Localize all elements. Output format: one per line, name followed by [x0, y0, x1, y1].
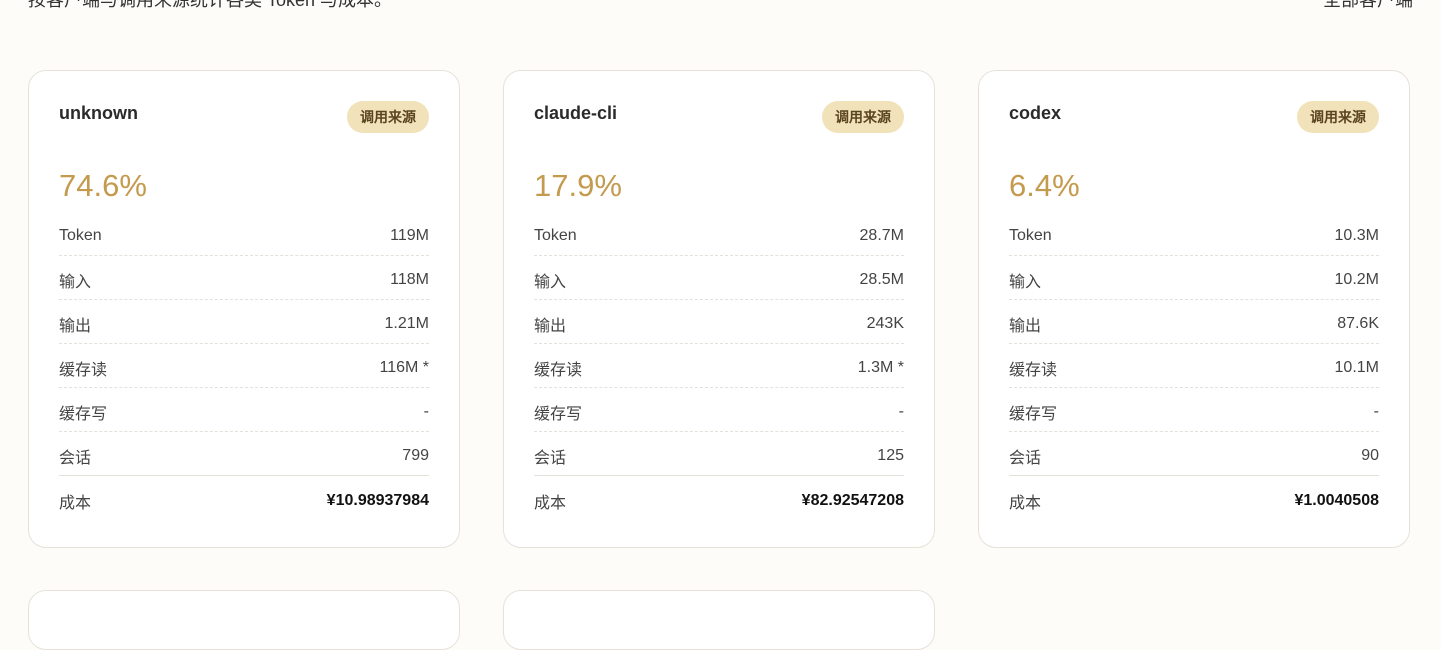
output-row: 输出 1.21M — [59, 300, 429, 344]
output-value: 87.6K — [1337, 314, 1379, 332]
sessions-label: 会话 — [534, 449, 567, 467]
source-card-partial — [503, 590, 935, 650]
cost-value: ¥82.92547208 — [801, 492, 904, 509]
source-name: codex — [1009, 103, 1062, 123]
input-row: 输入 118M — [59, 256, 429, 300]
usage-percent: 74.6% — [59, 168, 147, 203]
token-value: 28.7M — [859, 226, 904, 244]
cache-read-row: 缓存读 10.1M — [1009, 344, 1379, 388]
input-label: 输入 — [534, 273, 567, 291]
output-row: 输出 243K — [534, 300, 904, 344]
input-label: 输入 — [59, 273, 92, 291]
cache-read-label: 缓存读 — [534, 361, 583, 379]
source-card-partial — [28, 590, 460, 650]
cache-read-label: 缓存读 — [59, 361, 108, 379]
input-label: 输入 — [1009, 273, 1042, 291]
source-card: codex 调用来源 6.4% Token 10.3M 输入 10.2M 输出 87.… — [978, 70, 1410, 548]
input-row: 输入 10.2M — [1009, 256, 1379, 300]
sessions-value: 799 — [402, 446, 429, 464]
input-value: 10.2M — [1334, 270, 1379, 288]
sessions-value: 90 — [1361, 446, 1379, 464]
cache-read-row: 缓存读 1.3M * — [534, 344, 904, 388]
token-row: Token 28.7M — [534, 212, 904, 256]
input-value: 118M — [390, 270, 429, 288]
output-label: 输出 — [1009, 317, 1042, 335]
cache-write-label: 缓存写 — [534, 405, 583, 423]
sessions-row: 会话 125 — [534, 432, 904, 476]
output-value: 1.21M — [384, 314, 429, 332]
cost-row: 成本 ¥10.98937984 — [59, 476, 429, 524]
sessions-label: 会话 — [59, 449, 92, 467]
client-filter[interactable]: 全部客户端 — [1323, 0, 1413, 12]
cost-value: ¥1.0040508 — [1294, 492, 1379, 509]
source-card: claude-cli 调用来源 17.9% Token 28.7M 输入 28.5M… — [503, 70, 935, 548]
token-value: 10.3M — [1334, 226, 1379, 244]
source-card: unknown 调用来源 74.6% Token 119M 输入 118M 输出 1.… — [28, 70, 460, 548]
input-row: 输入 28.5M — [534, 256, 904, 300]
cache-write-label: 缓存写 — [1009, 405, 1058, 423]
cache-read-row: 缓存读 116M * — [59, 344, 429, 388]
cache-read-label: 缓存读 — [1009, 361, 1058, 379]
cost-row: 成本 ¥1.0040508 — [1009, 476, 1379, 524]
source-name: claude-cli — [534, 103, 618, 123]
token-row: Token 10.3M — [1009, 212, 1379, 256]
cost-label: 成本 — [59, 495, 92, 512]
usage-percent: 17.9% — [534, 168, 622, 203]
token-label: Token — [1009, 226, 1052, 244]
output-label: 输出 — [59, 317, 92, 335]
token-label: Token — [59, 226, 102, 244]
output-label: 输出 — [534, 317, 567, 335]
cost-label: 成本 — [534, 495, 567, 512]
cache-write-value: - — [423, 402, 429, 420]
cache-read-value: 10.1M — [1334, 358, 1379, 376]
input-value: 28.5M — [859, 270, 904, 288]
source-type-badge: 调用来源 — [822, 101, 904, 133]
output-row: 输出 87.6K — [1009, 300, 1379, 344]
cache-write-row: 缓存写 - — [59, 388, 429, 432]
token-value: 119M — [390, 226, 429, 244]
sessions-row: 会话 799 — [59, 432, 429, 476]
cache-read-value: 1.3M * — [857, 358, 904, 376]
source-type-badge: 调用来源 — [347, 101, 429, 133]
cost-label: 成本 — [1009, 495, 1042, 512]
cost-value: ¥10.98937984 — [326, 492, 429, 509]
cache-read-value: 116M * — [379, 358, 429, 376]
token-row: Token 119M — [59, 212, 429, 256]
source-type-badge: 调用来源 — [1297, 101, 1379, 133]
source-name: unknown — [59, 103, 138, 123]
output-value: 243K — [866, 314, 904, 332]
cache-write-value: - — [1373, 402, 1379, 420]
usage-percent: 6.4% — [1009, 168, 1080, 203]
cache-write-value: - — [898, 402, 904, 420]
page-description: 按客户端与调用来源统计各类 Token 与成本。 — [28, 0, 393, 10]
cache-write-row: 缓存写 - — [534, 388, 904, 432]
token-label: Token — [534, 226, 577, 244]
sessions-label: 会话 — [1009, 449, 1042, 467]
cache-write-row: 缓存写 - — [1009, 388, 1379, 432]
cost-row: 成本 ¥82.92547208 — [534, 476, 904, 524]
sessions-row: 会话 90 — [1009, 432, 1379, 476]
sessions-value: 125 — [877, 446, 904, 464]
cache-write-label: 缓存写 — [59, 405, 108, 423]
